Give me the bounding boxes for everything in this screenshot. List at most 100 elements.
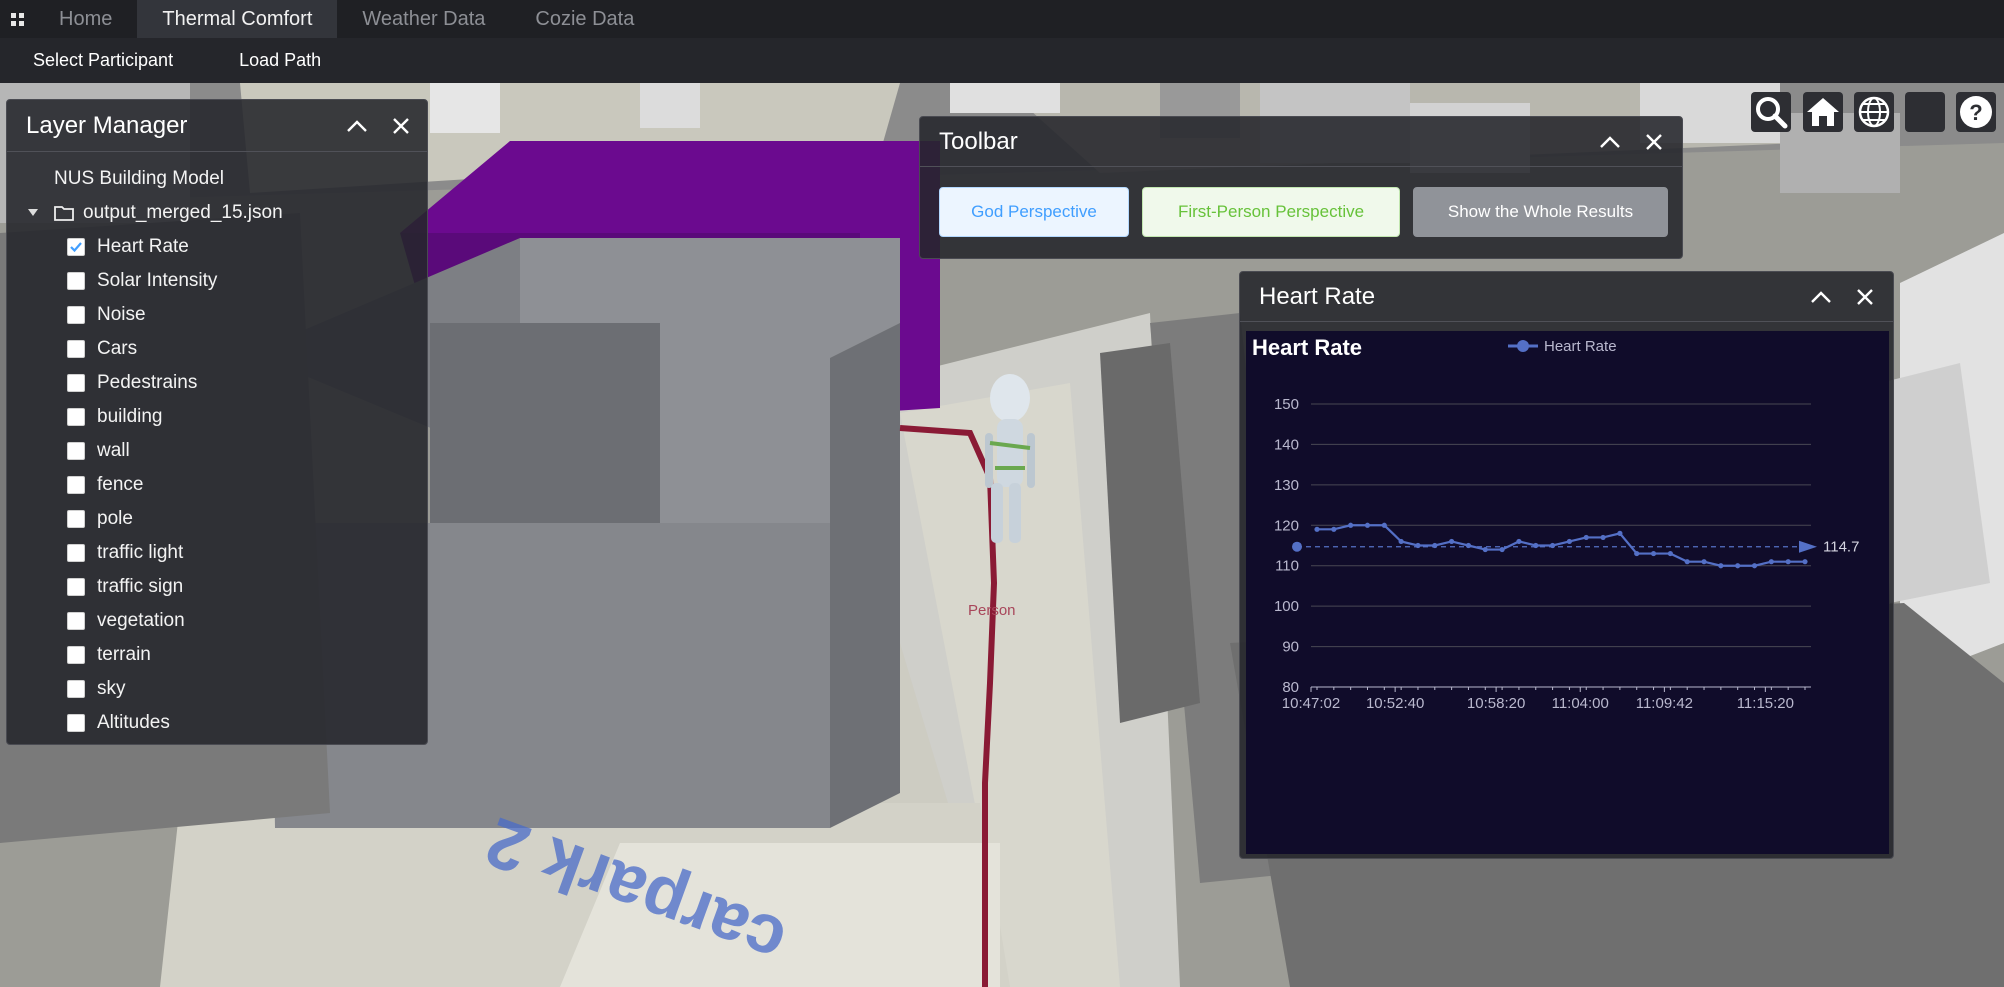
layer-checkbox[interactable] bbox=[67, 510, 85, 528]
layer-checkbox[interactable] bbox=[67, 680, 85, 698]
layer-checkbox[interactable] bbox=[67, 272, 85, 290]
layer-item[interactable]: fence bbox=[7, 468, 427, 502]
layer-item[interactable]: sky bbox=[7, 672, 427, 706]
tree-root-node[interactable]: NUS Building Model bbox=[7, 162, 427, 196]
globe-icon[interactable] bbox=[1854, 92, 1894, 132]
first-person-perspective-button[interactable]: First-Person Perspective bbox=[1142, 187, 1400, 237]
y-tick-label: 140 bbox=[1274, 436, 1299, 453]
heart-rate-panel: Heart Rate Heart Rate Heart Rate 80 90 100 11… bbox=[1239, 271, 1894, 859]
layer-item[interactable]: Cars bbox=[7, 332, 427, 366]
folder-icon bbox=[53, 204, 75, 222]
layer-label: Cars bbox=[97, 338, 138, 359]
layer-manager-title: Layer Manager bbox=[26, 111, 188, 139]
x-tick-label: 10:52:40 bbox=[1366, 695, 1424, 712]
tab-cozie-data[interactable]: Cozie Data bbox=[510, 0, 659, 38]
layer-label: Altitudes bbox=[97, 712, 170, 733]
show-whole-results-button[interactable]: Show the Whole Results bbox=[1413, 187, 1668, 237]
close-icon[interactable] bbox=[379, 104, 423, 148]
data-point bbox=[1735, 563, 1741, 569]
data-point bbox=[1432, 542, 1438, 549]
layer-checkbox[interactable] bbox=[67, 340, 85, 358]
close-icon[interactable] bbox=[1632, 120, 1676, 164]
layer-checkbox[interactable] bbox=[67, 442, 85, 460]
y-tick-label: 110 bbox=[1275, 558, 1299, 575]
layer-item[interactable]: wall bbox=[7, 434, 427, 468]
data-point bbox=[1331, 526, 1337, 532]
layer-item[interactable]: pole bbox=[7, 502, 427, 536]
layer-item[interactable]: terrain bbox=[7, 638, 427, 672]
chart-title: Heart Rate bbox=[1252, 335, 1362, 360]
layer-item[interactable]: vegetation bbox=[7, 604, 427, 638]
data-point bbox=[1381, 522, 1387, 528]
blank-icon[interactable] bbox=[1905, 92, 1945, 132]
god-perspective-button[interactable]: God Perspective bbox=[939, 187, 1129, 237]
data-point bbox=[1566, 538, 1573, 545]
layer-label: Noise bbox=[97, 304, 146, 325]
tab-thermal-comfort[interactable]: Thermal Comfort bbox=[137, 0, 338, 38]
legend-marker bbox=[1517, 340, 1529, 352]
heart-rate-header: Heart Rate bbox=[1240, 272, 1893, 322]
home-icon[interactable] bbox=[1803, 92, 1843, 132]
x-tick-label: 10:47:02 bbox=[1282, 695, 1340, 712]
data-point bbox=[1634, 550, 1640, 557]
load-path-button[interactable]: Load Path bbox=[206, 50, 354, 71]
data-point bbox=[1768, 559, 1774, 565]
layer-checkbox[interactable] bbox=[67, 578, 85, 596]
layer-label: building bbox=[97, 406, 163, 427]
layer-item[interactable]: traffic light bbox=[7, 536, 427, 570]
layer-item[interactable]: traffic sign bbox=[7, 570, 427, 604]
layer-checkbox[interactable] bbox=[67, 646, 85, 664]
heart-rate-chart[interactable]: Heart Rate Heart Rate 80 90 100 110 120 130 140 1… bbox=[1246, 331, 1889, 854]
x-tick-label: 11:15:20 bbox=[1737, 695, 1794, 712]
map-controls: ? bbox=[1751, 92, 1997, 136]
collapse-icon[interactable] bbox=[335, 104, 379, 148]
tab-weather-data[interactable]: Weather Data bbox=[337, 0, 510, 38]
layer-label: vegetation bbox=[97, 610, 185, 631]
data-point bbox=[1600, 534, 1606, 541]
mark-line-arrow bbox=[1799, 540, 1817, 553]
layer-item[interactable]: Pedestrains bbox=[7, 366, 427, 400]
collapse-icon[interactable] bbox=[1588, 120, 1632, 164]
layer-checkbox[interactable] bbox=[67, 612, 85, 630]
caret-down-icon[interactable] bbox=[22, 206, 44, 220]
layer-checkbox[interactable] bbox=[67, 238, 85, 256]
y-tick-label: 130 bbox=[1274, 477, 1299, 494]
layer-item[interactable]: Solar Intensity bbox=[7, 264, 427, 298]
sub-menu-bar: Select Participant Load Path bbox=[0, 38, 2004, 83]
y-tick-label: 150 bbox=[1274, 396, 1299, 413]
layer-checkbox[interactable] bbox=[67, 476, 85, 494]
toolbar-panel: Toolbar God Perspective First-Person Per… bbox=[919, 116, 1683, 259]
layer-checkbox[interactable] bbox=[67, 306, 85, 324]
close-icon[interactable] bbox=[1843, 275, 1887, 319]
data-point bbox=[1549, 542, 1556, 549]
layer-label: traffic sign bbox=[97, 576, 184, 597]
tab-home[interactable]: Home bbox=[34, 0, 137, 38]
layer-item[interactable]: Noise bbox=[7, 298, 427, 332]
data-point bbox=[1398, 538, 1404, 545]
heart-rate-chart-svg: Heart Rate Heart Rate 80 90 100 110 120 130 140 1… bbox=[1252, 335, 1859, 712]
layer-checkbox[interactable] bbox=[67, 714, 85, 732]
layer-item[interactable]: Altitudes bbox=[7, 706, 427, 740]
top-tab-bar: Home Thermal Comfort Weather Data Cozie … bbox=[0, 0, 2004, 38]
layer-checkbox[interactable] bbox=[67, 408, 85, 426]
apps-grid-icon[interactable] bbox=[0, 0, 34, 38]
data-point bbox=[1533, 542, 1539, 549]
layer-manager-panel: Layer Manager NUS Building Model output_… bbox=[6, 99, 428, 745]
layer-checkbox[interactable] bbox=[67, 544, 85, 562]
select-participant-button[interactable]: Select Participant bbox=[0, 50, 206, 71]
search-icon[interactable] bbox=[1751, 92, 1791, 132]
x-tick-label: 10:58:20 bbox=[1467, 695, 1525, 712]
collapse-icon[interactable] bbox=[1799, 275, 1843, 319]
layer-item[interactable]: building bbox=[7, 400, 427, 434]
help-icon[interactable]: ? bbox=[1956, 92, 1996, 132]
tree-folder-node[interactable]: output_merged_15.json bbox=[7, 196, 427, 230]
layer-label: traffic light bbox=[97, 542, 184, 563]
layer-checkbox[interactable] bbox=[67, 374, 85, 392]
y-tick-label: 90 bbox=[1282, 639, 1299, 656]
layer-label: pole bbox=[97, 508, 133, 529]
data-point bbox=[1415, 542, 1421, 549]
layer-item[interactable]: Heart Rate bbox=[7, 230, 427, 264]
data-point bbox=[1650, 550, 1657, 557]
y-tick-label: 120 bbox=[1274, 517, 1299, 534]
toolbar-buttons: God Perspective First-Person Perspective… bbox=[920, 167, 1682, 237]
